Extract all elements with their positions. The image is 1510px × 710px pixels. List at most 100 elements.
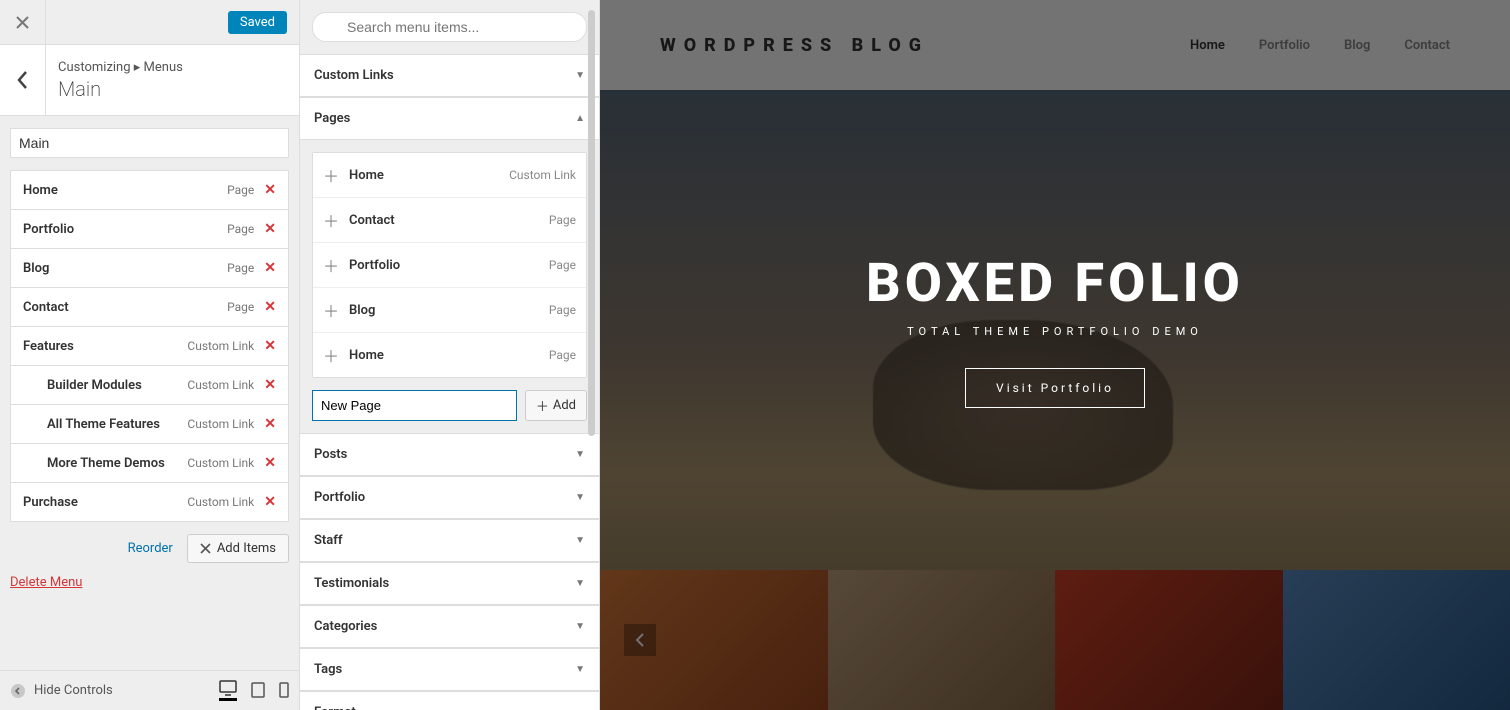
remove-icon[interactable]: ✕ <box>264 260 276 276</box>
plus-icon[interactable]: ＋ <box>323 343 339 367</box>
chevron-down-icon: ▼ <box>575 664 585 675</box>
breadcrumb: Customizing ▸ Menus <box>58 60 183 75</box>
delete-menu-link[interactable]: Delete Menu <box>10 575 82 590</box>
desktop-icon[interactable] <box>219 680 237 701</box>
accordion-categories[interactable]: Categories▼ <box>300 605 599 648</box>
menu-item-label: Blog <box>23 261 49 276</box>
menu-item-sub[interactable]: Builder Modules Custom Link✕ <box>11 366 288 405</box>
plus-icon[interactable]: ＋ <box>323 163 339 187</box>
preview-hero: BOXED FOLIO TOTAL THEME PORTFOLIO DEMO V… <box>600 90 1510 570</box>
hero-subtitle: TOTAL THEME PORTFOLIO DEMO <box>907 325 1203 338</box>
chevron-down-icon: ▼ <box>575 535 585 546</box>
preview-nav: Home Portfolio Blog Contact <box>1190 38 1450 53</box>
customizer-panel: Saved Customizing ▸ Menus Main Home <box>0 0 300 710</box>
accordion-tags[interactable]: Tags▼ <box>300 648 599 691</box>
add-items-button[interactable]: Add Items <box>187 534 289 563</box>
preview-thumbnails <box>600 570 1510 710</box>
panel-title: Main <box>58 77 183 101</box>
hero-title: BOXED FOLIO <box>866 252 1244 315</box>
preview-header: WORDPRESS BLOG Home Portfolio Blog Conta… <box>600 0 1510 90</box>
close-icon <box>200 543 211 554</box>
chevron-left-icon <box>17 71 28 89</box>
remove-icon[interactable]: ✕ <box>264 494 276 510</box>
nav-item-portfolio[interactable]: Portfolio <box>1259 38 1310 53</box>
plus-icon[interactable]: ＋ <box>323 298 339 322</box>
menu-item-label: Purchase <box>23 495 78 510</box>
tablet-icon[interactable] <box>251 682 265 700</box>
remove-icon[interactable]: ✕ <box>264 299 276 315</box>
remove-icon[interactable]: ✕ <box>264 455 276 471</box>
site-logo: WORDPRESS BLOG <box>660 35 929 56</box>
accordion-posts[interactable]: Posts▼ <box>300 433 599 476</box>
panel-header: Saved <box>0 0 299 45</box>
menu-item-label: Portfolio <box>23 222 74 237</box>
collapse-icon <box>10 683 26 699</box>
menu-item[interactable]: Contact Page✕ <box>11 288 288 327</box>
thumbnail[interactable] <box>1283 570 1510 710</box>
chevron-down-icon: ▼ <box>575 449 585 460</box>
available-items-panel: Custom Links ▼ Pages ▲ ＋Home Custom Link… <box>300 0 600 710</box>
carousel-prev-button[interactable] <box>624 624 656 656</box>
menu-item-sub[interactable]: All Theme Features Custom Link✕ <box>11 405 288 444</box>
menu-item-label: Contact <box>23 300 69 315</box>
preview-area: WORDPRESS BLOG Home Portfolio Blog Conta… <box>600 0 1510 710</box>
plus-icon[interactable]: ＋ <box>323 208 339 232</box>
new-page-input[interactable] <box>312 390 517 421</box>
hide-controls-button[interactable]: Hide Controls <box>10 683 113 699</box>
menu-item[interactable]: Blog Page✕ <box>11 249 288 288</box>
chevron-left-icon <box>635 633 645 647</box>
accordion-pages-body: ＋Home Custom Link ＋Contact Page ＋Portfol… <box>300 140 599 433</box>
nav-item-blog[interactable]: Blog <box>1344 38 1370 53</box>
menu-name-input[interactable] <box>10 128 289 158</box>
thumbnail[interactable] <box>1055 570 1283 710</box>
menu-item[interactable]: Purchase Custom Link✕ <box>11 483 288 521</box>
mobile-icon[interactable] <box>279 682 289 700</box>
plus-icon: ＋ <box>536 396 549 415</box>
plus-icon[interactable]: ＋ <box>323 253 339 277</box>
chevron-down-icon: ▼ <box>575 578 585 589</box>
available-page-item[interactable]: ＋Home Custom Link <box>313 153 586 198</box>
remove-icon[interactable]: ✕ <box>264 338 276 354</box>
hero-cta-button[interactable]: Visit Portfolio <box>965 368 1145 408</box>
close-button[interactable] <box>0 0 46 45</box>
remove-icon[interactable]: ✕ <box>264 377 276 393</box>
remove-icon[interactable]: ✕ <box>264 416 276 432</box>
available-page-item[interactable]: ＋Portfolio Page <box>313 243 586 288</box>
menu-item-label: Home <box>23 183 58 198</box>
breadcrumb-section: Customizing ▸ Menus Main <box>0 45 299 116</box>
menu-item-label: Features <box>23 339 74 354</box>
panel-footer: Hide Controls <box>0 670 299 710</box>
nav-item-contact[interactable]: Contact <box>1404 38 1450 53</box>
back-button[interactable] <box>0 45 46 115</box>
reorder-link[interactable]: Reorder <box>128 541 173 556</box>
search-input[interactable] <box>312 12 587 42</box>
chevron-down-icon: ▼ <box>575 70 585 81</box>
menu-item-label: All Theme Features <box>47 417 160 432</box>
scrollbar[interactable] <box>588 10 595 436</box>
chevron-up-icon: ▲ <box>575 113 585 124</box>
accordion-format[interactable]: Format <box>300 691 599 710</box>
menu-item[interactable]: Home Page✕ <box>11 171 288 210</box>
available-page-item[interactable]: ＋Blog Page <box>313 288 586 333</box>
remove-icon[interactable]: ✕ <box>264 182 276 198</box>
chevron-down-icon: ▼ <box>575 621 585 632</box>
close-icon <box>16 16 29 29</box>
remove-icon[interactable]: ✕ <box>264 221 276 237</box>
menu-item-sub[interactable]: More Theme Demos Custom Link✕ <box>11 444 288 483</box>
menu-item-label: More Theme Demos <box>47 456 165 471</box>
thumbnail[interactable] <box>828 570 1056 710</box>
accordion-portfolio[interactable]: Portfolio▼ <box>300 476 599 519</box>
nav-item-home[interactable]: Home <box>1190 38 1225 53</box>
menu-item[interactable]: Portfolio Page✕ <box>11 210 288 249</box>
accordion-testimonials[interactable]: Testimonials▼ <box>300 562 599 605</box>
menu-item-label: Builder Modules <box>47 378 142 393</box>
accordion-pages[interactable]: Pages ▲ <box>300 97 599 140</box>
accordion-custom-links[interactable]: Custom Links ▼ <box>300 54 599 97</box>
available-page-item[interactable]: ＋Contact Page <box>313 198 586 243</box>
available-page-item[interactable]: ＋Home Page <box>313 333 586 377</box>
accordion-staff[interactable]: Staff▼ <box>300 519 599 562</box>
chevron-down-icon: ▼ <box>575 492 585 503</box>
menu-items-list: Home Page✕ Portfolio Page✕ Blog Page✕ Co… <box>10 170 289 522</box>
menu-item[interactable]: Features Custom Link✕ <box>11 327 288 366</box>
add-new-page-button[interactable]: ＋ Add <box>525 390 587 421</box>
